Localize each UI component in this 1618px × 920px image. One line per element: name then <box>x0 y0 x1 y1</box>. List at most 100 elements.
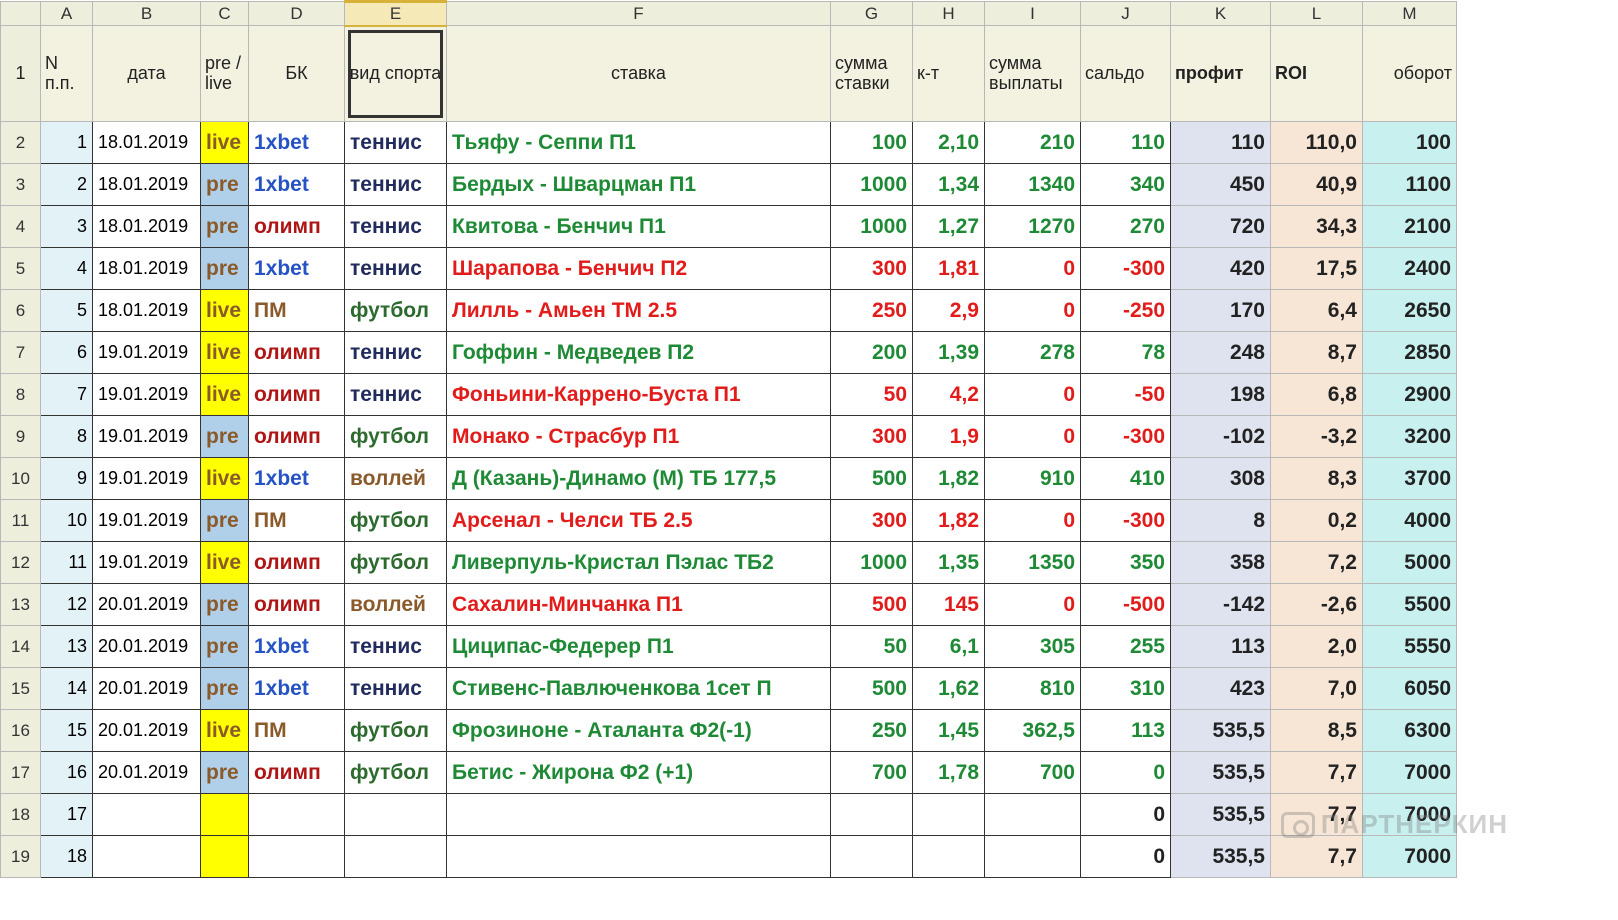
cell-bk[interactable]: 1xbet <box>249 668 345 710</box>
cell-profit[interactable]: -142 <box>1171 584 1271 626</box>
cell[interactable]: 7000 <box>1363 794 1457 836</box>
cell-profit[interactable]: 248 <box>1171 332 1271 374</box>
cell-profit[interactable]: 113 <box>1171 626 1271 668</box>
cell-profit[interactable]: 308 <box>1171 458 1271 500</box>
cell-bk[interactable]: олимп <box>249 584 345 626</box>
header-C[interactable]: pre / live <box>201 26 249 122</box>
cell-k[interactable]: 2,10 <box>913 122 985 164</box>
cell-bet[interactable]: Д (Казань)-Динамо (М) ТБ 177,5 <box>447 458 831 500</box>
column-letter[interactable]: M <box>1363 2 1457 26</box>
cell-pay[interactable]: 1340 <box>985 164 1081 206</box>
cell-bet[interactable]: Сахалин-Минчанка П1 <box>447 584 831 626</box>
header-J[interactable]: сальдо <box>1081 26 1171 122</box>
cell-roi[interactable]: 7,2 <box>1271 542 1363 584</box>
cell-roi[interactable]: 8,7 <box>1271 332 1363 374</box>
header-K[interactable]: профит <box>1171 26 1271 122</box>
column-letter[interactable]: F <box>447 2 831 26</box>
cell-sum[interactable]: 500 <box>831 458 913 500</box>
cell-bk[interactable]: ПМ <box>249 710 345 752</box>
cell-bet[interactable]: Бердых - Шварцман П1 <box>447 164 831 206</box>
cell-bet[interactable]: Фрозиноне - Аталанта Ф2(-1) <box>447 710 831 752</box>
cell-sum[interactable]: 1000 <box>831 542 913 584</box>
column-letter[interactable]: D <box>249 2 345 26</box>
cell-sum[interactable]: 250 <box>831 710 913 752</box>
cell-sport[interactable]: футбол <box>345 752 447 794</box>
cell-profit[interactable]: 535,5 <box>1171 752 1271 794</box>
cell-saldo[interactable]: -300 <box>1081 500 1171 542</box>
cell-turn[interactable]: 7000 <box>1363 752 1457 794</box>
header-I[interactable]: сумма выплаты <box>985 26 1081 122</box>
cell-k[interactable]: 1,35 <box>913 542 985 584</box>
cell-profit[interactable]: 420 <box>1171 248 1271 290</box>
cell-profit[interactable]: 358 <box>1171 542 1271 584</box>
cell[interactable] <box>913 836 985 878</box>
column-letter[interactable]: A <box>41 2 93 26</box>
cell-sport[interactable]: футбол <box>345 542 447 584</box>
cell-prelive[interactable]: pre <box>201 164 249 206</box>
cell-prelive[interactable]: live <box>201 458 249 500</box>
cell[interactable]: 7,7 <box>1271 836 1363 878</box>
cell-sport[interactable]: теннис <box>345 374 447 416</box>
cell-turn[interactable]: 6300 <box>1363 710 1457 752</box>
cell-date[interactable]: 18.01.2019 <box>93 248 201 290</box>
cell-saldo[interactable]: 0 <box>1081 752 1171 794</box>
cell-bk[interactable]: олимп <box>249 206 345 248</box>
cell[interactable] <box>93 836 201 878</box>
cell-bet[interactable]: Арсенал - Челси ТБ 2.5 <box>447 500 831 542</box>
cell-saldo[interactable]: 78 <box>1081 332 1171 374</box>
cell-saldo[interactable]: 110 <box>1081 122 1171 164</box>
cell-bk[interactable]: 1xbet <box>249 626 345 668</box>
cell-prelive[interactable]: pre <box>201 416 249 458</box>
cell-k[interactable]: 1,62 <box>913 668 985 710</box>
cell[interactable] <box>447 794 831 836</box>
cell-n[interactable]: 16 <box>41 752 93 794</box>
cell-bk[interactable]: олимп <box>249 416 345 458</box>
cell[interactable]: 0 <box>1081 794 1171 836</box>
row-number[interactable]: 15 <box>1 668 41 710</box>
cell-k[interactable]: 4,2 <box>913 374 985 416</box>
cell-k[interactable]: 1,82 <box>913 458 985 500</box>
column-letter[interactable]: B <box>93 2 201 26</box>
row-number[interactable]: 10 <box>1 458 41 500</box>
row-number[interactable]: 5 <box>1 248 41 290</box>
cell-k[interactable]: 1,81 <box>913 248 985 290</box>
cell-profit[interactable]: 110 <box>1171 122 1271 164</box>
cell-date[interactable]: 18.01.2019 <box>93 206 201 248</box>
cell-roi[interactable]: 6,8 <box>1271 374 1363 416</box>
cell-bk[interactable]: олимп <box>249 332 345 374</box>
cell-bet[interactable]: Фоньини-Каррено-Буста П1 <box>447 374 831 416</box>
cell-profit[interactable]: 720 <box>1171 206 1271 248</box>
cell[interactable]: 535,5 <box>1171 794 1271 836</box>
cell-pay[interactable]: 700 <box>985 752 1081 794</box>
row-number[interactable]: 16 <box>1 710 41 752</box>
cell-roi[interactable]: 8,5 <box>1271 710 1363 752</box>
cell-roi[interactable]: 0,2 <box>1271 500 1363 542</box>
row-number[interactable]: 1 <box>1 26 41 122</box>
cell-turn[interactable]: 6050 <box>1363 668 1457 710</box>
cell-sport[interactable]: теннис <box>345 668 447 710</box>
cell-bet[interactable]: Лилль - Амьен ТМ 2.5 <box>447 290 831 332</box>
cell-n[interactable]: 2 <box>41 164 93 206</box>
cell[interactable] <box>249 836 345 878</box>
cell-sport[interactable]: воллей <box>345 584 447 626</box>
cell-pay[interactable]: 0 <box>985 248 1081 290</box>
cell-date[interactable]: 19.01.2019 <box>93 374 201 416</box>
cell-n[interactable]: 3 <box>41 206 93 248</box>
cell-prelive[interactable]: pre <box>201 584 249 626</box>
cell[interactable]: 7000 <box>1363 836 1457 878</box>
cell-date[interactable]: 20.01.2019 <box>93 626 201 668</box>
cell-pay[interactable]: 305 <box>985 626 1081 668</box>
row-number[interactable]: 11 <box>1 500 41 542</box>
cell[interactable]: 7,7 <box>1271 794 1363 836</box>
cell[interactable] <box>831 836 913 878</box>
cell-saldo[interactable]: -250 <box>1081 290 1171 332</box>
row-number[interactable]: 17 <box>1 752 41 794</box>
cell-n[interactable]: 8 <box>41 416 93 458</box>
header-D[interactable]: БК <box>249 26 345 122</box>
cell-sport[interactable]: теннис <box>345 248 447 290</box>
cell-date[interactable]: 19.01.2019 <box>93 332 201 374</box>
cell-sport[interactable]: теннис <box>345 626 447 668</box>
cell-date[interactable]: 19.01.2019 <box>93 458 201 500</box>
cell-profit[interactable]: 535,5 <box>1171 710 1271 752</box>
cell-sum[interactable]: 200 <box>831 332 913 374</box>
